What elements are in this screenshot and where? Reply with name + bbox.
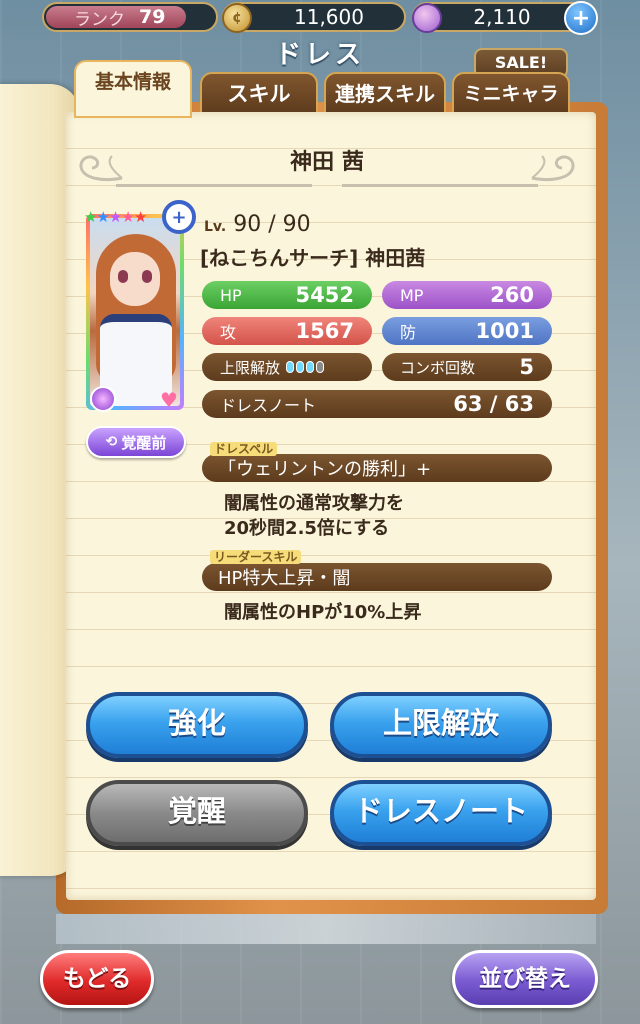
zoom-icon[interactable]: + (162, 200, 196, 234)
limit-break-label: 上限解放 (220, 358, 281, 377)
dress-spell-desc-line1: 闇属性の通常攻撃力を (224, 493, 404, 514)
gem-icon (412, 3, 442, 33)
limit-break-stat: 上限解放 (202, 353, 372, 381)
card-list-strip (56, 914, 596, 944)
rank-display: ランク 79 (42, 2, 218, 32)
name-header: 神田 茜 (72, 140, 582, 196)
awaken-before-label: 覚醒前 (121, 433, 167, 452)
mp-label: MP (400, 285, 424, 305)
dress-note-value: 63 / 63 (453, 392, 534, 416)
heart-icon: ♥ (160, 388, 178, 412)
flourish-right-icon (531, 155, 575, 182)
character-card[interactable] (86, 214, 184, 410)
rank-value: 79 (139, 6, 166, 28)
swirl-icon (90, 386, 116, 412)
hp-label: HP (220, 285, 242, 305)
character-portrait (90, 218, 180, 406)
sort-button[interactable]: 並び替え (452, 950, 598, 1008)
defense-value: 1001 (475, 319, 534, 343)
tab-skill[interactable]: スキル (200, 72, 318, 116)
defense-label: 防 (400, 323, 417, 342)
dress-note-button[interactable]: ドレスノート (330, 780, 552, 846)
leader-skill-name: HP特大上昇・闇 (202, 563, 552, 591)
limit-break-pip (316, 361, 325, 373)
mp-stat: MP 260 (382, 281, 552, 309)
hp-value: 5452 (295, 283, 354, 307)
limit-break-pip (296, 361, 305, 373)
tab-basic-info[interactable]: 基本情報 (74, 60, 192, 118)
tab-mini-chara[interactable]: ミニキャラ (452, 72, 570, 116)
awaken-button[interactable]: 覚醒 (86, 780, 308, 846)
attack-label: 攻 (220, 323, 237, 342)
card-title: [ねこちんサーチ] 神田茜 (200, 246, 426, 270)
character-name: 神田 茜 (290, 150, 364, 175)
defense-stat: 防 1001 (382, 317, 552, 345)
top-bar: ランク 79 ¢ 11,600 2,110 + (0, 0, 640, 38)
attack-stat: 攻 1567 (202, 317, 372, 345)
refresh-icon: ⟲ (105, 434, 118, 450)
divider-right (342, 184, 538, 187)
combo-value: 5 (519, 355, 534, 379)
dress-note-stat: ドレスノート 63 / 63 (202, 390, 552, 418)
mp-value: 260 (490, 283, 534, 307)
dress-spell-description: 闇属性の通常攻撃力を 20秒間2.5倍にする (224, 491, 404, 541)
dress-spell-name: 「ウェリントンの勝利」+ (202, 454, 552, 482)
tab-link-skill[interactable]: 連携スキル (324, 72, 446, 116)
hp-stat: HP 5452 (202, 281, 372, 309)
screen-title: ドレス (274, 40, 365, 70)
combo-stat: コンボ回数 5 (382, 353, 552, 381)
gem-value: 2,110 (473, 5, 531, 29)
coin-display: ¢ 11,600 (222, 2, 406, 33)
coin-value: 11,600 (294, 5, 364, 29)
enhance-button[interactable]: 強化 (86, 692, 308, 758)
rank-label: ランク (74, 9, 125, 30)
attack-value: 1567 (295, 319, 354, 343)
coin-icon: ¢ (222, 3, 252, 33)
dress-spell-tag: ドレスペル (210, 442, 278, 456)
level-value: 90 / 90 (233, 212, 311, 237)
divider-left (116, 184, 312, 187)
limit-break-pip (306, 361, 315, 373)
limit-break-gauge (286, 361, 325, 373)
combo-label: コンボ回数 (400, 358, 476, 377)
leader-skill-tag: リーダースキル (210, 550, 302, 564)
leader-skill-description: 闇属性のHPが10%上昇 (224, 602, 422, 623)
limit-break-button[interactable]: 上限解放 (330, 692, 552, 758)
plus-icon[interactable]: + (564, 1, 598, 35)
level-display: Lv. 90 / 90 (204, 212, 311, 237)
level-label: Lv. (204, 219, 227, 235)
awaken-before-button[interactable]: ⟲ 覚醒前 (86, 426, 186, 458)
dress-spell-desc-line2: 20秒間2.5倍にする (224, 518, 390, 539)
limit-break-pip (286, 361, 295, 373)
back-button[interactable]: もどる (40, 950, 154, 1008)
dress-note-label: ドレスノート (220, 396, 317, 415)
rarity-stars: ★★★★★ (84, 208, 147, 226)
gem-display: 2,110 + (412, 1, 598, 35)
